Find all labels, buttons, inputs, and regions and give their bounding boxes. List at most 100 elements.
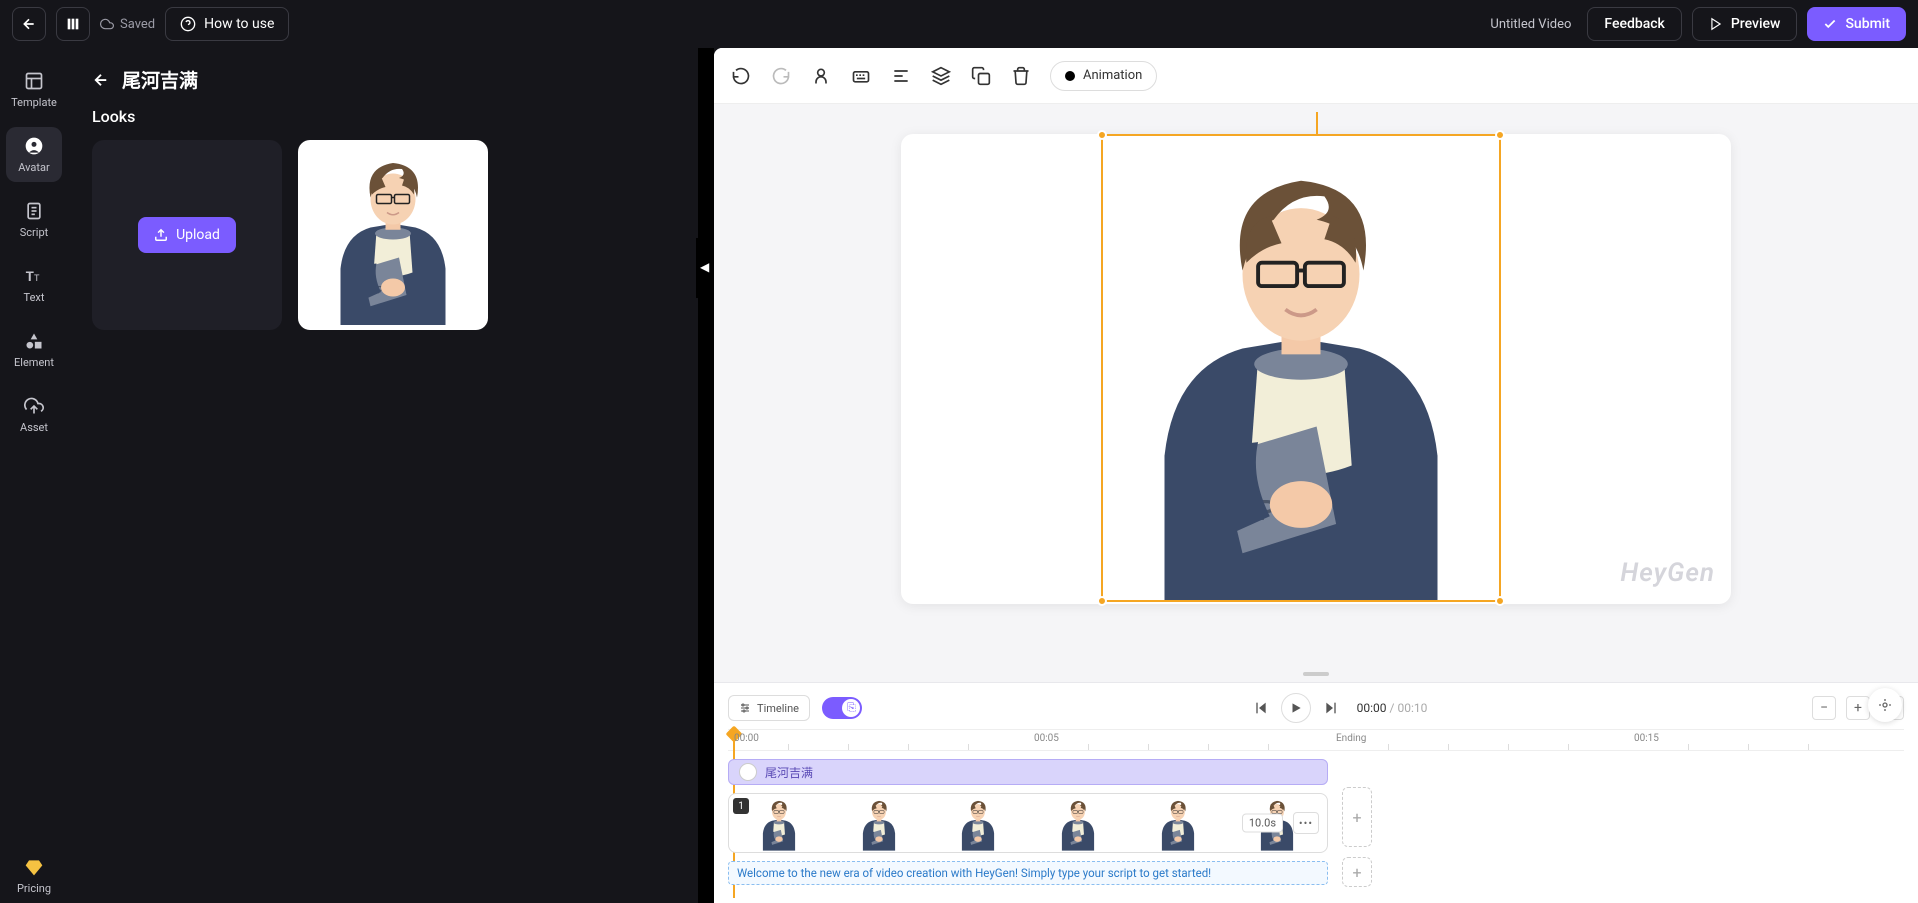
keyboard-icon	[851, 66, 871, 86]
voice-avatar-icon	[739, 763, 757, 781]
zoom-fit-button[interactable]	[1868, 688, 1902, 722]
selection-box[interactable]	[1101, 134, 1501, 602]
timeline-toggle[interactable]: ⎘	[822, 697, 862, 719]
link-icon: ⎘	[847, 701, 856, 715]
rail-item-text[interactable]: TT Text	[6, 257, 62, 312]
timeline-ruler[interactable]: 00:00 00:05 Ending 00:15	[728, 729, 1904, 751]
rail-item-pricing[interactable]: Pricing	[6, 848, 62, 903]
resize-handle-br[interactable]	[1495, 596, 1505, 606]
how-to-use-button[interactable]: How to use	[165, 7, 289, 41]
check-icon	[1823, 17, 1837, 31]
layout-icon	[24, 71, 44, 91]
copy-icon	[971, 66, 991, 86]
cloud-upload-icon	[24, 396, 44, 416]
chevron-left-icon: ◀	[700, 260, 709, 274]
video-clip[interactable]: 1 10.0s •••	[728, 793, 1328, 853]
arrow-left-icon	[92, 71, 110, 89]
saved-indicator: Saved	[100, 17, 155, 32]
diamond-icon	[24, 857, 44, 877]
avatar-panel: 尾河吉满 Looks Upload	[68, 48, 698, 903]
copy-tool-button[interactable]	[970, 65, 992, 87]
align-icon	[891, 66, 911, 86]
add-clip-button[interactable]: +	[1342, 787, 1372, 847]
looks-heading: Looks	[92, 107, 674, 126]
svg-text:T: T	[26, 270, 34, 285]
rail-item-template[interactable]: Template	[6, 62, 62, 117]
clip-duration-badge: 10.0s	[1242, 814, 1283, 833]
rail-item-script[interactable]: Script	[6, 192, 62, 247]
align-tool-button[interactable]	[890, 65, 912, 87]
play-outline-icon	[1709, 17, 1723, 31]
ruler-tick-15: 00:15	[1634, 733, 1659, 744]
user-circle-icon	[24, 136, 44, 156]
skip-back-button[interactable]	[1247, 694, 1275, 722]
upload-icon	[154, 228, 168, 242]
svg-text:T: T	[34, 274, 40, 284]
resize-handle-tr[interactable]	[1495, 130, 1505, 140]
upload-look-card[interactable]: Upload	[92, 140, 282, 330]
layers-tool-button[interactable]	[930, 65, 952, 87]
trash-icon	[1011, 66, 1031, 86]
delete-tool-button[interactable]	[1010, 65, 1032, 87]
stage-resize-handle[interactable]	[1303, 672, 1329, 676]
canvas-toolbar: Animation	[714, 48, 1918, 104]
canvas-frame[interactable]: HeyGen	[901, 134, 1731, 604]
watermark: HeyGen	[1620, 558, 1715, 588]
undo-button[interactable]	[730, 65, 752, 87]
canvas-stage[interactable]: HeyGen	[714, 104, 1918, 682]
focus-icon	[1877, 697, 1893, 713]
skip-forward-button[interactable]	[1317, 694, 1345, 722]
timeline-mode-button[interactable]: Timeline	[728, 695, 810, 721]
play-button[interactable]	[1281, 693, 1311, 723]
animation-button[interactable]: Animation	[1050, 61, 1157, 91]
logo-icon	[65, 16, 81, 32]
left-rail: Template Avatar Script TT Text Element A…	[0, 48, 68, 903]
play-icon	[1289, 701, 1303, 715]
feedback-button[interactable]: Feedback	[1587, 7, 1681, 41]
timeline-panel: Timeline ⎘ 00:00 / 00:10 − +	[714, 682, 1918, 903]
text-icon: TT	[24, 266, 44, 286]
resize-handle-bl[interactable]	[1097, 596, 1107, 606]
script-track[interactable]: Welcome to the new era of video creation…	[728, 861, 1328, 885]
panel-back-button[interactable]	[92, 71, 110, 89]
redo-button[interactable]	[770, 65, 792, 87]
project-title[interactable]: Untitled Video	[1490, 17, 1571, 32]
preview-button[interactable]: Preview	[1692, 7, 1798, 41]
clip-more-button[interactable]: •••	[1293, 812, 1319, 834]
animation-dot-icon	[1065, 71, 1075, 81]
clip-index: 1	[733, 798, 749, 814]
avatar-thumbnail-image	[318, 145, 468, 325]
undo-icon	[731, 66, 751, 86]
panel-title: 尾河吉满	[122, 66, 198, 93]
add-script-button[interactable]: +	[1342, 857, 1372, 887]
back-button[interactable]	[12, 7, 46, 41]
ruler-tick-0: 00:00	[734, 733, 759, 744]
rail-item-avatar[interactable]: Avatar	[6, 127, 62, 182]
arrow-left-icon	[21, 16, 37, 32]
cloud-check-icon	[100, 17, 114, 31]
script-icon	[24, 201, 44, 221]
panel-collapse-handle[interactable]: ◀	[698, 48, 714, 903]
submit-button[interactable]: Submit	[1807, 7, 1906, 41]
skip-back-icon	[1253, 700, 1269, 716]
how-to-use-label: How to use	[204, 16, 274, 32]
upload-button[interactable]: Upload	[138, 217, 236, 253]
avatar-tool-button[interactable]	[810, 65, 832, 87]
resize-handle-tl[interactable]	[1097, 130, 1107, 140]
logo-button[interactable]	[56, 7, 90, 41]
voice-track[interactable]: 尾河吉满	[728, 759, 1328, 785]
caption-tool-button[interactable]	[850, 65, 872, 87]
user-icon	[811, 66, 831, 86]
alignment-guide	[1316, 112, 1318, 134]
look-thumbnail[interactable]	[298, 140, 488, 330]
redo-icon	[771, 66, 791, 86]
rail-item-asset[interactable]: Asset	[6, 387, 62, 442]
shapes-icon	[24, 331, 44, 351]
zoom-out-button[interactable]: −	[1812, 696, 1836, 720]
saved-label: Saved	[120, 17, 155, 32]
rail-item-element[interactable]: Element	[6, 322, 62, 377]
layers-icon	[931, 66, 951, 86]
help-circle-icon	[180, 16, 196, 32]
sliders-icon	[739, 702, 751, 714]
zoom-in-button[interactable]: +	[1846, 696, 1870, 720]
